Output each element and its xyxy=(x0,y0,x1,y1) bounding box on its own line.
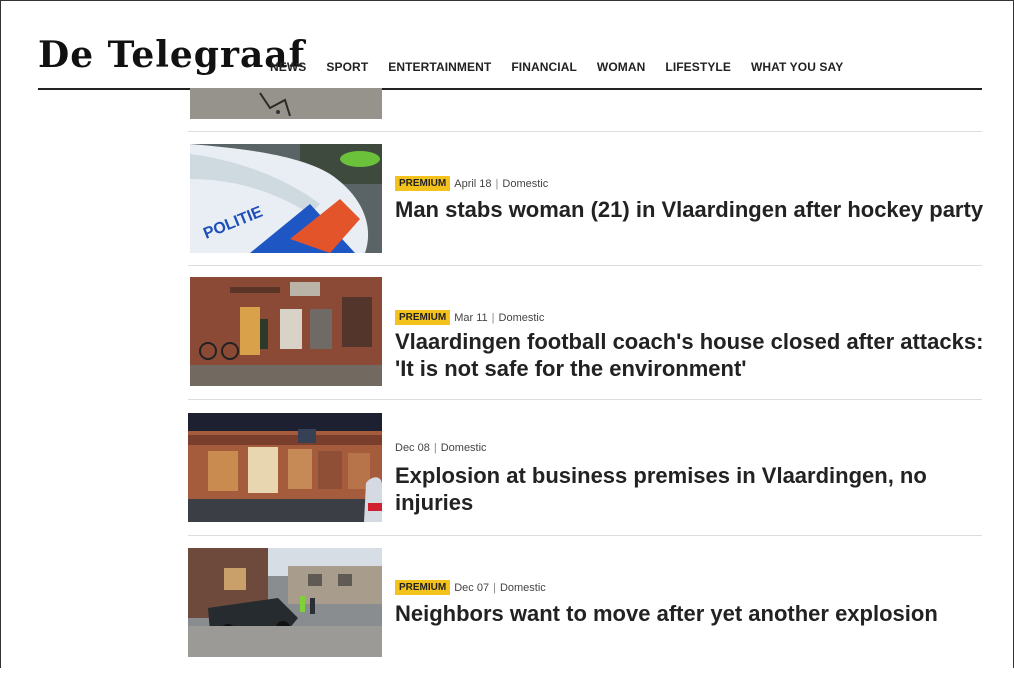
article-meta: PREMIUM Mar 11 | Domestic xyxy=(395,310,544,325)
nav-lifestyle[interactable]: LIFESTYLE xyxy=(665,60,731,74)
article-row[interactable]: PREMIUM Mar 11 | Domestic Vlaardingen fo… xyxy=(188,265,985,400)
nav-financial[interactable]: FINANCIAL xyxy=(511,60,577,74)
nav-news[interactable]: NEWS xyxy=(270,60,306,74)
article-thumbnail[interactable] xyxy=(190,88,382,119)
article-row-partial[interactable] xyxy=(188,88,982,132)
site-header: De Telegraaf NEWS SPORT ENTERTAINMENT FI… xyxy=(38,32,982,90)
premium-badge: PREMIUM xyxy=(395,176,451,191)
police-car-image[interactable]: POLITIE xyxy=(190,144,382,253)
article-title[interactable]: Vlaardingen football coach's house close… xyxy=(395,328,985,382)
nav-woman[interactable]: WOMAN xyxy=(597,60,646,74)
article-title[interactable]: Man stabs woman (21) in Vlaardingen afte… xyxy=(395,196,985,223)
brick-building-image[interactable] xyxy=(188,413,382,522)
premium-badge: PREMIUM xyxy=(395,580,451,595)
article-date: Dec 08 xyxy=(395,442,430,454)
article-row[interactable]: POLITIE PREMIUM April 18 | Domestic Man … xyxy=(188,131,985,266)
street-explosion-image[interactable] xyxy=(188,548,382,657)
article-row[interactable]: PREMIUM Dec 07 | Domestic Neighbors want… xyxy=(188,535,982,675)
article-date: Dec 07 xyxy=(454,581,490,594)
article-meta: Dec 08 | Domestic xyxy=(395,442,487,454)
meta-separator: | xyxy=(433,442,437,454)
article-category[interactable]: Domestic xyxy=(499,312,545,324)
article-meta: PREMIUM Dec 07 | Domestic xyxy=(395,580,546,595)
article-title[interactable]: Neighbors want to move after yet another… xyxy=(395,600,985,627)
article-category[interactable]: Domestic xyxy=(441,442,487,454)
article-category[interactable]: Domestic xyxy=(502,178,548,190)
article-row[interactable]: Dec 08 | Domestic Explosion at business … xyxy=(188,399,982,536)
article-date: April 18 xyxy=(454,177,492,190)
main-nav: NEWS SPORT ENTERTAINMENT FINANCIAL WOMAN… xyxy=(270,60,843,74)
site-logo[interactable]: De Telegraaf xyxy=(38,34,305,76)
nav-sport[interactable]: SPORT xyxy=(326,60,368,74)
meta-separator: | xyxy=(493,581,496,594)
house-entrance-image[interactable] xyxy=(190,277,382,386)
article-title[interactable]: Explosion at business premises in Vlaard… xyxy=(395,462,955,516)
article-date: Mar 11 xyxy=(454,311,488,324)
article-meta: PREMIUM April 18 | Domestic xyxy=(395,176,548,191)
premium-badge: PREMIUM xyxy=(395,310,451,325)
nav-entertainment[interactable]: ENTERTAINMENT xyxy=(388,60,491,74)
meta-separator: | xyxy=(495,177,499,190)
meta-separator: | xyxy=(491,311,495,324)
nav-what-you-say[interactable]: WHAT YOU SAY xyxy=(751,60,843,74)
article-category[interactable]: Domestic xyxy=(500,582,546,594)
